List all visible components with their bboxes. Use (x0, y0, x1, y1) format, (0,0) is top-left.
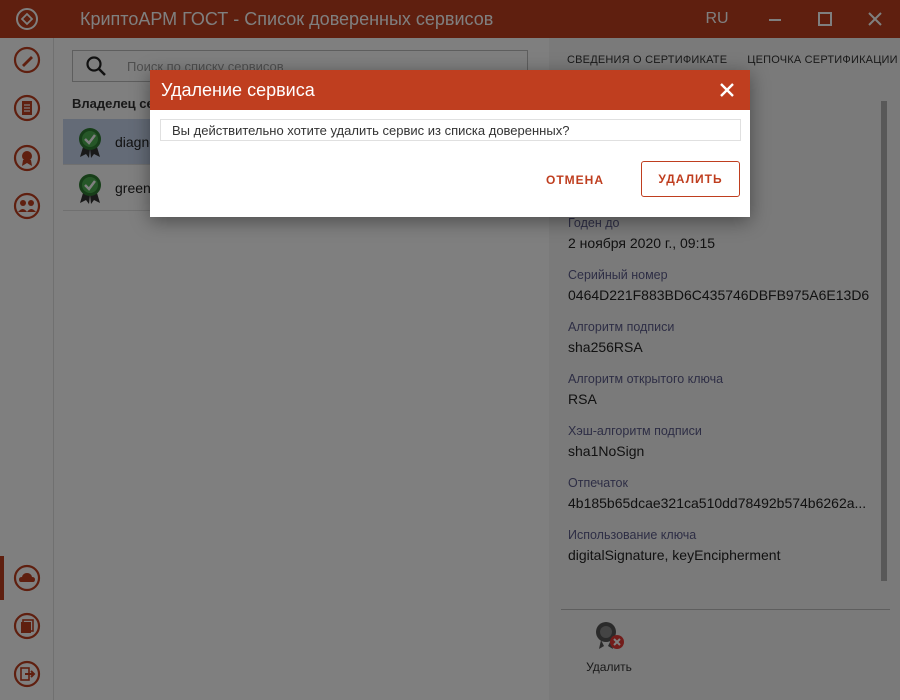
dialog-title: Удаление сервиса (161, 79, 315, 100)
dialog-message: Вы действительно хотите удалить сервис и… (160, 119, 741, 141)
cancel-button[interactable]: ОТМЕНА (533, 162, 617, 198)
close-icon (720, 83, 734, 97)
confirm-delete-button[interactable]: УДАЛИТЬ (641, 161, 740, 197)
dialog-header: Удаление сервиса (150, 70, 750, 110)
dialog-close-button[interactable] (704, 70, 750, 110)
delete-service-dialog: Удаление сервиса Вы действительно хотите… (150, 70, 750, 217)
